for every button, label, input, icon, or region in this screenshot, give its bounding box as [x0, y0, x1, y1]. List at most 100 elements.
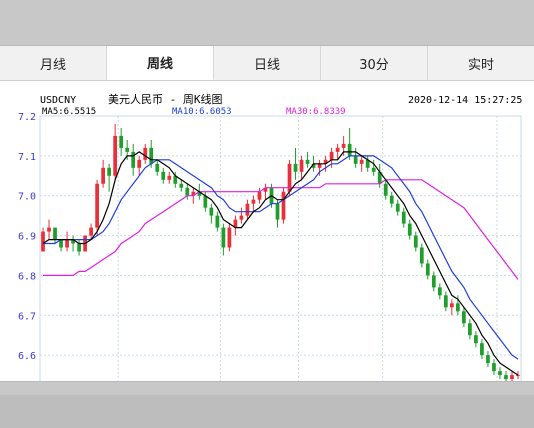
- candle-body: [107, 167, 112, 176]
- candle-body: [474, 335, 478, 344]
- candle: [245, 199, 250, 220]
- candle: [359, 155, 364, 172]
- candle: [353, 147, 358, 168]
- candle: [161, 167, 166, 184]
- tab-monthly[interactable]: 月线: [0, 46, 107, 80]
- candle: [239, 207, 244, 224]
- ma5-legend: MA5:6.5515: [42, 107, 96, 117]
- candle: [101, 159, 105, 188]
- candle-body: [510, 375, 514, 380]
- candlestick-chart: 7.27.17.06.96.86.76.66.5 2019-062019-092…: [18, 92, 522, 381]
- candle: [443, 291, 448, 312]
- candle: [113, 123, 118, 180]
- candle-body: [179, 183, 184, 188]
- candle-body: [149, 147, 154, 164]
- candle-body: [419, 247, 424, 264]
- period-tabs: 月线 周线 日线 30分 实时: [0, 46, 534, 81]
- candle-body: [492, 363, 496, 372]
- candle-body: [335, 147, 340, 152]
- candle-body: [215, 215, 220, 228]
- ma30-line: [43, 179, 519, 280]
- candle: [492, 359, 496, 376]
- candle-body: [371, 167, 376, 172]
- candle-body: [353, 155, 358, 164]
- candle-body: [395, 203, 400, 212]
- candle-body: [383, 183, 388, 196]
- candle: [107, 163, 112, 192]
- candle-body: [209, 207, 214, 216]
- candle: [474, 331, 478, 348]
- candle-body: [239, 215, 244, 220]
- candle-body: [317, 163, 322, 168]
- candle-body: [203, 195, 208, 208]
- candle: [59, 239, 63, 252]
- candle-body: [65, 239, 69, 248]
- y-tick-label: 6.7: [18, 311, 36, 322]
- candle-body: [143, 147, 148, 160]
- candle-body: [161, 171, 166, 180]
- candle-body: [498, 371, 502, 376]
- candle: [449, 299, 454, 316]
- candle: [251, 195, 256, 212]
- candle-body: [131, 151, 136, 168]
- candle: [395, 199, 400, 216]
- candle: [185, 183, 190, 200]
- candle: [383, 179, 388, 200]
- candle-body: [462, 311, 466, 324]
- candle-body: [389, 195, 394, 204]
- candle-body: [341, 143, 346, 148]
- candle: [179, 179, 184, 192]
- bottom-band: [0, 395, 534, 428]
- ma10-line: [43, 155, 519, 360]
- timestamp-label: 2020-12-14 15:27:25: [408, 95, 522, 106]
- candle-body: [245, 203, 250, 216]
- candle-body: [359, 159, 364, 164]
- ma5-line: [42, 151, 519, 376]
- candle-body: [227, 227, 232, 248]
- candle: [401, 207, 406, 228]
- candle: [281, 187, 286, 224]
- candle: [437, 283, 442, 300]
- tab-30min[interactable]: 30分: [321, 46, 428, 80]
- candle-body: [293, 163, 298, 172]
- candle: [95, 179, 99, 236]
- candle: [305, 151, 310, 168]
- y-tick-label: 6.6: [18, 351, 36, 362]
- candle-body: [89, 227, 93, 236]
- candle-body: [449, 303, 454, 308]
- symbol-label: USDCNY: [40, 95, 76, 106]
- candle-body: [281, 191, 286, 220]
- candle: [227, 223, 232, 252]
- candle-body: [47, 227, 51, 232]
- candle-body: [407, 223, 412, 236]
- candle-body: [347, 143, 352, 156]
- candle: [263, 183, 268, 200]
- candle: [425, 259, 430, 280]
- candle-body: [299, 159, 304, 172]
- candle-body: [155, 163, 160, 172]
- candle: [47, 219, 51, 240]
- candle-body: [221, 227, 226, 248]
- candle-body: [251, 199, 256, 204]
- candle-body: [413, 235, 418, 248]
- candle-body: [95, 183, 99, 228]
- candle-body: [431, 275, 436, 288]
- candle-body: [137, 159, 142, 168]
- candle-body: [257, 191, 262, 200]
- candle-body: [504, 375, 508, 380]
- tab-weekly[interactable]: 周线: [107, 46, 214, 80]
- candle-body: [516, 375, 520, 377]
- candle: [53, 227, 57, 244]
- candle: [215, 211, 220, 232]
- candle-body: [480, 343, 484, 356]
- candle: [462, 307, 466, 328]
- tab-realtime[interactable]: 实时: [428, 46, 534, 80]
- candle: [413, 231, 418, 252]
- candle: [65, 231, 69, 252]
- candle-body: [456, 303, 460, 312]
- candle-body: [125, 147, 130, 152]
- tab-daily[interactable]: 日线: [214, 46, 321, 80]
- candle: [419, 243, 424, 268]
- candle-body: [425, 263, 430, 276]
- candle-body: [443, 295, 448, 308]
